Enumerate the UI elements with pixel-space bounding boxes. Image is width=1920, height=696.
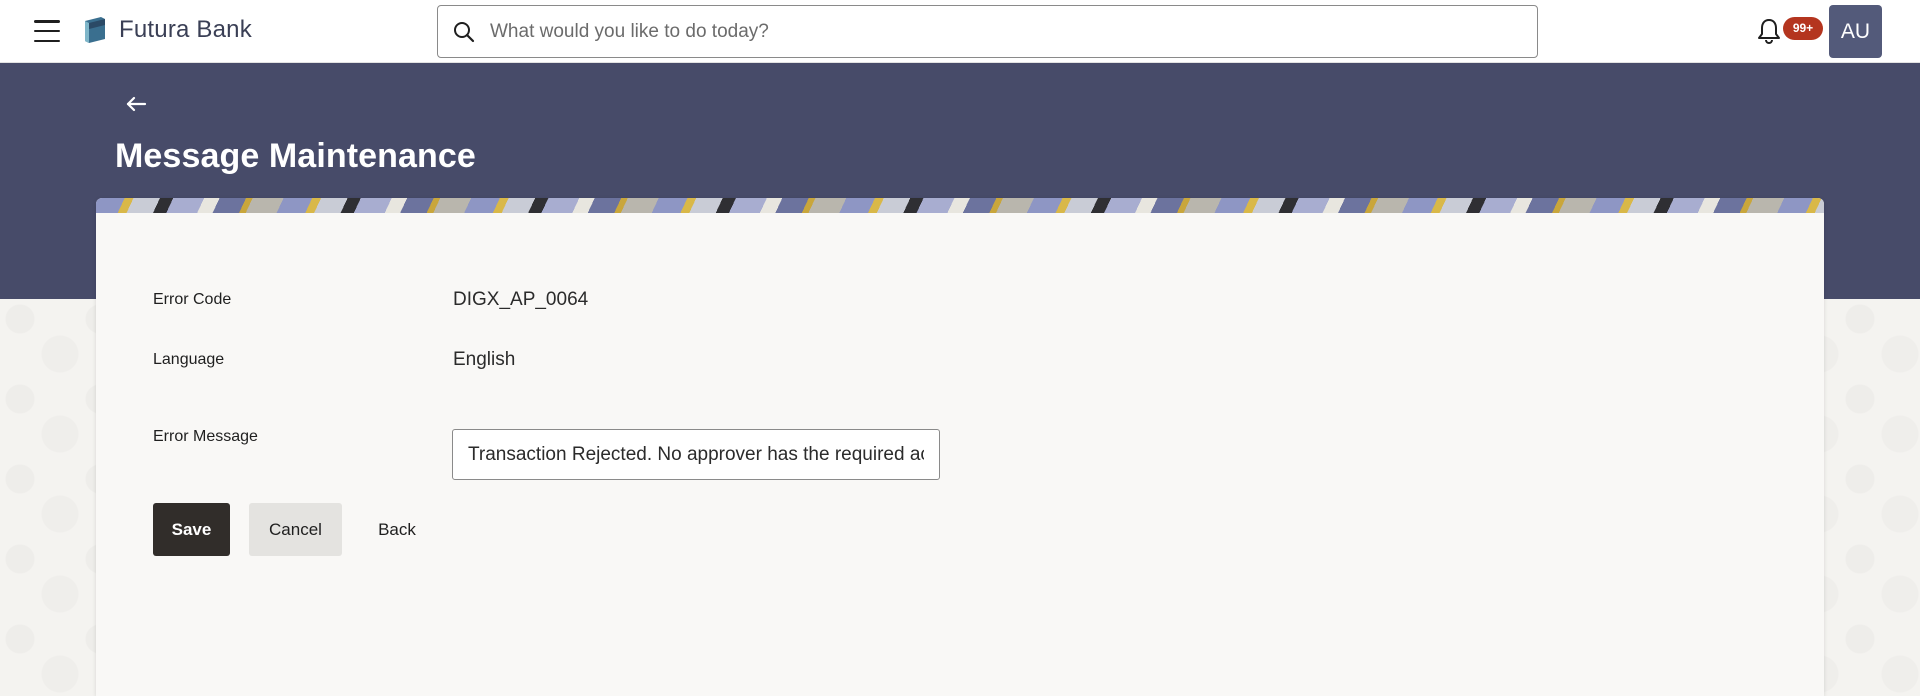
save-button[interactable]: Save: [153, 503, 230, 556]
cancel-button[interactable]: Cancel: [249, 503, 342, 556]
page-title: Message Maintenance: [115, 137, 476, 175]
logo-icon: [85, 17, 105, 43]
notification-badge: 99+: [1783, 17, 1823, 40]
search-bar[interactable]: [437, 5, 1538, 58]
brand-name: Futura Bank: [119, 16, 252, 43]
back-arrow-icon[interactable]: [124, 92, 148, 116]
brand-logo[interactable]: Futura Bank: [81, 15, 252, 45]
language-value: English: [453, 349, 516, 370]
avatar[interactable]: AU: [1829, 5, 1882, 58]
form-card: Error Code DIGX_AP_0064 Language English…: [96, 198, 1824, 696]
language-label: Language: [153, 351, 225, 368]
error-message-field[interactable]: [452, 429, 940, 480]
error-code-value: DIGX_AP_0064: [453, 289, 589, 310]
search-input[interactable]: [490, 20, 1490, 43]
top-header: Futura Bank 99+ AU: [0, 0, 1920, 63]
back-button[interactable]: Back: [359, 503, 435, 556]
bell-icon[interactable]: [1756, 17, 1782, 45]
menu-icon[interactable]: [34, 20, 60, 42]
error-code-label: Error Code: [153, 291, 232, 308]
error-message-label: Error Message: [153, 428, 258, 445]
decorative-strip: [96, 198, 1824, 213]
search-icon: [454, 21, 475, 42]
